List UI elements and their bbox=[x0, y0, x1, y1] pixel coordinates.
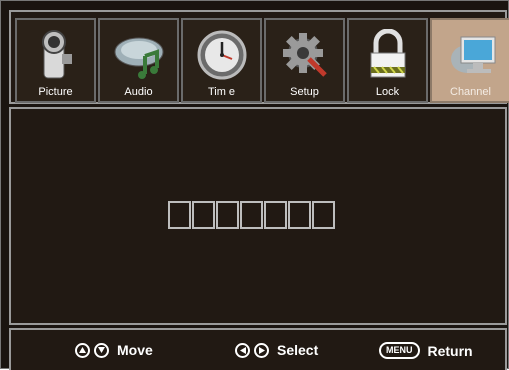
pin-digit-box[interactable] bbox=[288, 201, 311, 229]
monitor-icon bbox=[432, 24, 509, 86]
tab-channel[interactable]: Channel bbox=[430, 18, 509, 103]
pin-digit-box[interactable] bbox=[216, 201, 239, 229]
pin-digit-box[interactable] bbox=[264, 201, 287, 229]
audio-icon bbox=[100, 24, 177, 86]
tab-label: Channel bbox=[450, 86, 491, 98]
osd-window: Picture Audio Tim e Setup Lock Channel M… bbox=[0, 0, 509, 370]
tab-label: Picture bbox=[38, 86, 73, 98]
tab-lock[interactable]: Lock bbox=[347, 18, 428, 103]
tab-label: Setup bbox=[290, 86, 319, 98]
pin-digit-box[interactable] bbox=[192, 201, 215, 229]
up-arrow-icon bbox=[75, 342, 90, 358]
tab-label: Tim e bbox=[207, 86, 236, 98]
pin-digit-box[interactable] bbox=[312, 201, 335, 229]
left-arrow-icon bbox=[235, 342, 250, 358]
return-hint: MENU Return bbox=[379, 342, 473, 359]
navigation-hints: Move Select MENU Return bbox=[9, 328, 507, 370]
move-hint: Move bbox=[75, 342, 153, 358]
tab-label: Audio bbox=[124, 86, 153, 98]
tab-setup[interactable]: Setup bbox=[264, 18, 345, 103]
padlock-icon bbox=[349, 24, 426, 86]
select-hint: Select bbox=[235, 342, 318, 358]
return-label: Return bbox=[427, 342, 473, 359]
tab-audio[interactable]: Audio bbox=[98, 18, 179, 103]
pin-digit-box[interactable] bbox=[240, 201, 263, 229]
pin-input[interactable] bbox=[168, 201, 335, 229]
menu-key-icon: MENU bbox=[379, 342, 420, 359]
select-label: Select bbox=[277, 342, 319, 358]
pin-entry-panel bbox=[9, 107, 507, 325]
tab-time[interactable]: Tim e bbox=[181, 18, 262, 103]
pin-digit-box[interactable] bbox=[168, 201, 191, 229]
gear-icon bbox=[266, 24, 343, 86]
menu-tab-bar: Picture Audio Tim e Setup Lock Channel bbox=[9, 10, 509, 104]
tab-label: Lock bbox=[375, 86, 400, 98]
camcorder-icon bbox=[17, 24, 94, 86]
down-arrow-icon bbox=[94, 342, 109, 358]
tab-picture[interactable]: Picture bbox=[15, 18, 96, 103]
move-label: Move bbox=[117, 342, 153, 358]
clock-icon bbox=[183, 24, 260, 86]
right-arrow-icon bbox=[254, 342, 269, 358]
